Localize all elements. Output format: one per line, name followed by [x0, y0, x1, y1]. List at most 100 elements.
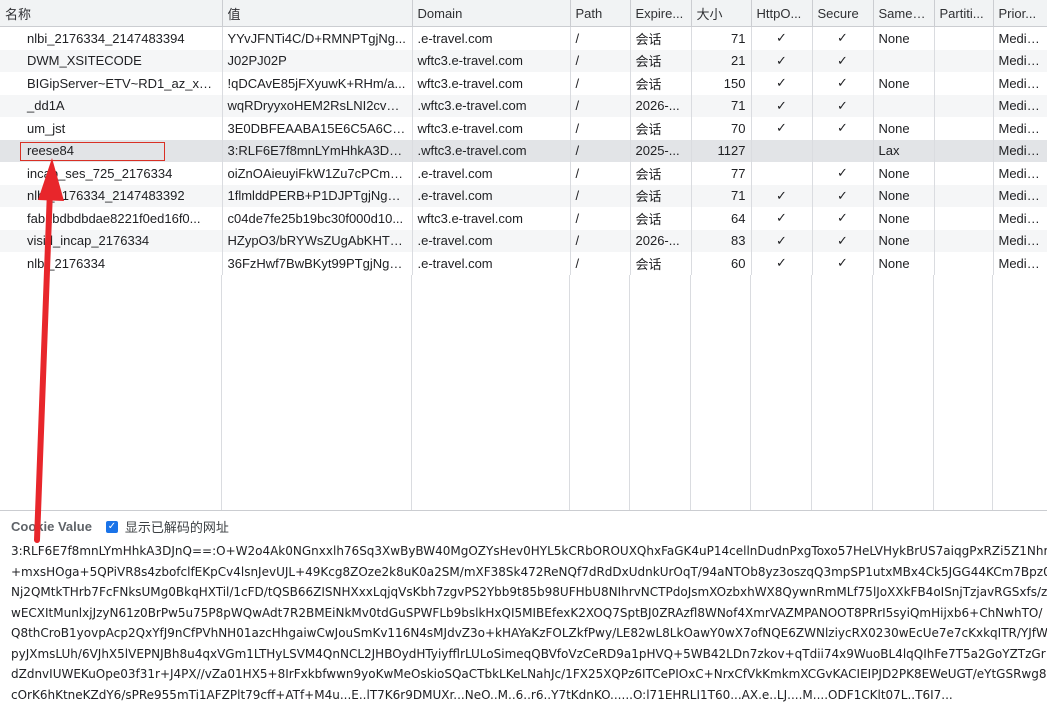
table-row[interactable]: um_jst3E0DBFEAABA15E6C5A6CA...wftc3.e-tr…: [0, 117, 1047, 140]
column-divider: [222, 275, 412, 510]
table-row[interactable]: nlbi_2176334_21474833921flmlddPERB+P1DJP…: [0, 185, 1047, 208]
column-header-expires[interactable]: Expire...: [630, 0, 691, 27]
column-divider: [934, 275, 993, 510]
cookie-value-header: Cookie Value ✓ 显示已解码的网址: [11, 517, 229, 536]
cookie-priority: Medium: [993, 95, 1047, 118]
cookie-expires: 会话: [630, 207, 691, 230]
cookie-path: /: [570, 140, 630, 163]
cookie-value-line: dZdnvIUWEKuOpe03f31r+J4PX//vZa01HX5+8IrF…: [11, 664, 1047, 685]
table-row[interactable]: fab1bdbdbdae8221f0ed16f0...c04de7fe25b19…: [0, 207, 1047, 230]
cookie-expires: 2025-...: [630, 140, 691, 163]
cookie-partition: [934, 162, 993, 185]
cookie-secure: ✓: [812, 72, 873, 95]
cookie-secure: ✓: [812, 162, 873, 185]
cookie-domain: .wftc3.e-travel.com: [412, 95, 570, 118]
column-header-path[interactable]: Path: [570, 0, 630, 27]
table-row[interactable]: incap_ses_725_2176334oiZnOAieuyiFkW1Zu7c…: [0, 162, 1047, 185]
column-header-secure[interactable]: Secure: [812, 0, 873, 27]
table-row[interactable]: _dd1AwqRDryyxoHEM2RsLNI2cv_e....wftc3.e-…: [0, 95, 1047, 118]
cookie-path: /: [570, 252, 630, 275]
cookie-size: 60: [691, 252, 751, 275]
cookie-domain: .e-travel.com: [412, 230, 570, 253]
cookie-path: /: [570, 72, 630, 95]
cookie-partition: [934, 95, 993, 118]
table-row[interactable]: nlbi_2176334_2147483394YYvJFNTi4C/D+RMNP…: [0, 27, 1047, 50]
cookie-priority: Medium: [993, 207, 1047, 230]
column-header-priority[interactable]: Prior...: [993, 0, 1047, 27]
cookie-value: 3E0DBFEAABA15E6C5A6CA...: [222, 117, 412, 140]
cookie-value: YYvJFNTi4C/D+RMNPTgjNg...: [222, 27, 412, 50]
cookie-size: 77: [691, 162, 751, 185]
cookie-domain: .e-travel.com: [412, 27, 570, 50]
column-divider: [751, 275, 812, 510]
column-divider: [0, 275, 222, 510]
cookie-path: /: [570, 230, 630, 253]
cookie-expires: 2026-...: [630, 95, 691, 118]
cookie-priority: Medium: [993, 252, 1047, 275]
column-header-samesite[interactable]: SameS...: [873, 0, 934, 27]
cookie-size: 70: [691, 117, 751, 140]
cookie-domain: .wftc3.e-travel.com: [412, 140, 570, 163]
cookie-expires: 会话: [630, 50, 691, 73]
annotation-highlight-box: [20, 142, 165, 161]
cookie-size: 21: [691, 50, 751, 73]
cookie-priority: Medium: [993, 72, 1047, 95]
table-row[interactable]: nlbi_217633436FzHwf7BwBKyt99PTgjNgA....e…: [0, 252, 1047, 275]
cookie-priority: Medium: [993, 230, 1047, 253]
cookie-value-line: cOrK6hKtneKZdY6/sPRe955mTi1AFZPlt79cff+A…: [11, 685, 1047, 705]
cookie-samesite: None: [873, 162, 934, 185]
show-decoded-label[interactable]: 显示已解码的网址: [125, 517, 229, 536]
table-row[interactable]: DWM_XSITECODEJ02PJ02Pwftc3.e-travel.com/…: [0, 50, 1047, 73]
column-divider: [412, 275, 570, 510]
column-header-value[interactable]: 值: [222, 0, 412, 27]
column-header-domain[interactable]: Domain: [412, 0, 570, 27]
cookie-value-pane: Cookie Value ✓ 显示已解码的网址 3:RLF6E7f8mnLYmH…: [0, 511, 1047, 673]
cookie-httponly: ✓: [751, 50, 812, 73]
cookie-expires: 会话: [630, 117, 691, 140]
cookie-secure: ✓: [812, 185, 873, 208]
cookie-size: 71: [691, 95, 751, 118]
cookie-name: DWM_XSITECODE: [0, 50, 222, 73]
cookie-httponly: ✓: [751, 95, 812, 118]
cookie-value-line: 3:RLF6E7f8mnLYmHhkA3DJnQ==:O+W2o4Ak0NGnx…: [11, 541, 1047, 562]
column-divider: [691, 275, 751, 510]
cookie-secure: ✓: [812, 27, 873, 50]
column-divider: [630, 275, 691, 510]
cookie-httponly: ✓: [751, 252, 812, 275]
cookie-samesite: None: [873, 27, 934, 50]
column-header-size[interactable]: 大小: [691, 0, 751, 27]
cookie-samesite: None: [873, 185, 934, 208]
cookie-name: fab1bdbdbdae8221f0ed16f0...: [0, 207, 222, 230]
cookie-secure: ✓: [812, 230, 873, 253]
cookie-partition: [934, 185, 993, 208]
cookie-priority: Medium: [993, 185, 1047, 208]
cookie-httponly: ✓: [751, 27, 812, 50]
table-row[interactable]: visid_incap_2176334HZypO3/bRYWsZUgAbKHT8…: [0, 230, 1047, 253]
cookie-name: nlbi_2176334_2147483394: [0, 27, 222, 50]
cookie-value: J02PJ02P: [222, 50, 412, 73]
column-header-name[interactable]: 名称: [0, 0, 222, 27]
cookie-value-text[interactable]: 3:RLF6E7f8mnLYmHhkA3DJnQ==:O+W2o4Ak0NGnx…: [11, 541, 1047, 705]
cookie-path: /: [570, 207, 630, 230]
table-row[interactable]: BIGipServer~ETV~RD1_az_xd...!qDCAvE85jFX…: [0, 72, 1047, 95]
cookie-name: um_jst: [0, 117, 222, 140]
cookie-value: c04de7fe25b19bc30f000d10...: [222, 207, 412, 230]
column-header-partition[interactable]: Partiti...: [934, 0, 993, 27]
column-header-httponly[interactable]: HttpO...: [751, 0, 812, 27]
cookie-value-line: Nj2QMtkTHrb7FcFNksUMg0BkqHXTil/1cFD/tQSB…: [11, 582, 1047, 603]
show-decoded-checkbox[interactable]: ✓: [106, 521, 118, 533]
cookie-domain: .e-travel.com: [412, 162, 570, 185]
cookie-samesite: None: [873, 252, 934, 275]
cookie-httponly: ✓: [751, 72, 812, 95]
cookie-partition: [934, 230, 993, 253]
cookie-partition: [934, 72, 993, 95]
cookie-size: 1127: [691, 140, 751, 163]
cookie-samesite: None: [873, 117, 934, 140]
cookie-priority: Medium: [993, 50, 1047, 73]
cookie-priority: Medium: [993, 140, 1047, 163]
cookie-domain: wftc3.e-travel.com: [412, 207, 570, 230]
cookie-size: 64: [691, 207, 751, 230]
cookie-name: _dd1A: [0, 95, 222, 118]
cookie-domain: wftc3.e-travel.com: [412, 50, 570, 73]
cookie-name: BIGipServer~ETV~RD1_az_xd...: [0, 72, 222, 95]
